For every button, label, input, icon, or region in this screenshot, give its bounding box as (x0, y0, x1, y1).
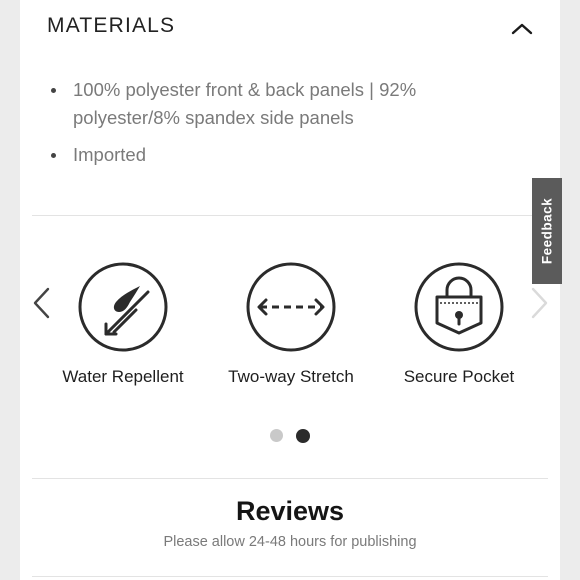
chevron-up-icon (511, 23, 533, 35)
carousel-next-button[interactable] (528, 286, 550, 320)
feature-label: Water Repellent (62, 367, 184, 386)
chevron-right-icon (531, 287, 548, 319)
feature-two-way-stretch: Two-way Stretch (206, 262, 376, 387)
product-details-page: MATERIALS 100% polyester front & back pa… (20, 0, 560, 580)
reviews-subtitle: Please allow 24-48 hours for publishing (163, 534, 417, 550)
water-repellent-icon (78, 262, 168, 352)
bullet-icon (51, 88, 56, 93)
feature-label: Secure Pocket (403, 367, 515, 386)
feature-water-repellent: Water Repellent (38, 262, 208, 387)
feedback-tab[interactable]: Feedback (532, 178, 562, 284)
feature-secure-pocket: Secure Pocket (374, 262, 544, 387)
feedback-label: Feedback (539, 197, 555, 265)
pagination-dot-1[interactable] (270, 429, 283, 442)
two-way-stretch-icon (246, 262, 336, 352)
reviews-title: Reviews (235, 496, 345, 526)
list-item: Imported (47, 141, 467, 169)
materials-item-text: Imported (73, 144, 147, 165)
materials-section-title: MATERIALS (47, 14, 176, 37)
feature-label: Two-way Stretch (228, 367, 354, 386)
materials-item-text: 100% polyester front & back panels | 92%… (73, 79, 417, 128)
secure-pocket-icon (414, 262, 504, 352)
pagination-dot-2-active[interactable] (296, 428, 310, 443)
section-divider (32, 215, 548, 216)
collapse-materials-button[interactable] (506, 16, 538, 42)
materials-list: 100% polyester front & back panels | 92%… (47, 76, 467, 178)
list-item: 100% polyester front & back panels | 92%… (47, 76, 467, 132)
bullet-icon (51, 153, 56, 158)
section-divider (32, 576, 548, 577)
section-divider (32, 478, 548, 479)
